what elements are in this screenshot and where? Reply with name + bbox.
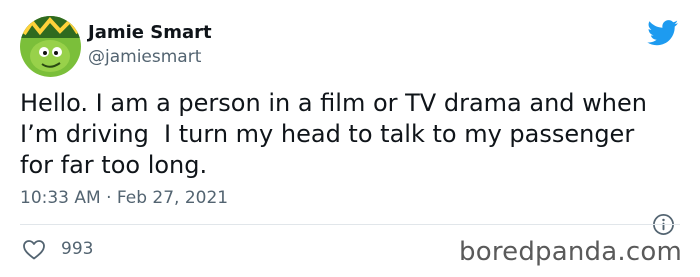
tweet-text: Hello. I am a person in a film or TV dra… [20, 89, 647, 179]
tweet-timestamp[interactable]: 10:33 AM · Feb 27, 2021 [20, 188, 228, 208]
divider [20, 224, 680, 225]
avatar[interactable] [20, 16, 81, 77]
author-handle[interactable]: @jamiesmart [88, 47, 201, 67]
heart-icon[interactable] [22, 238, 46, 260]
like-count[interactable]: 993 [61, 239, 93, 259]
twitter-bird-icon[interactable] [647, 20, 679, 46]
watermark: boredpanda.com [459, 237, 682, 267]
author-name[interactable]: Jamie Smart [88, 22, 212, 43]
